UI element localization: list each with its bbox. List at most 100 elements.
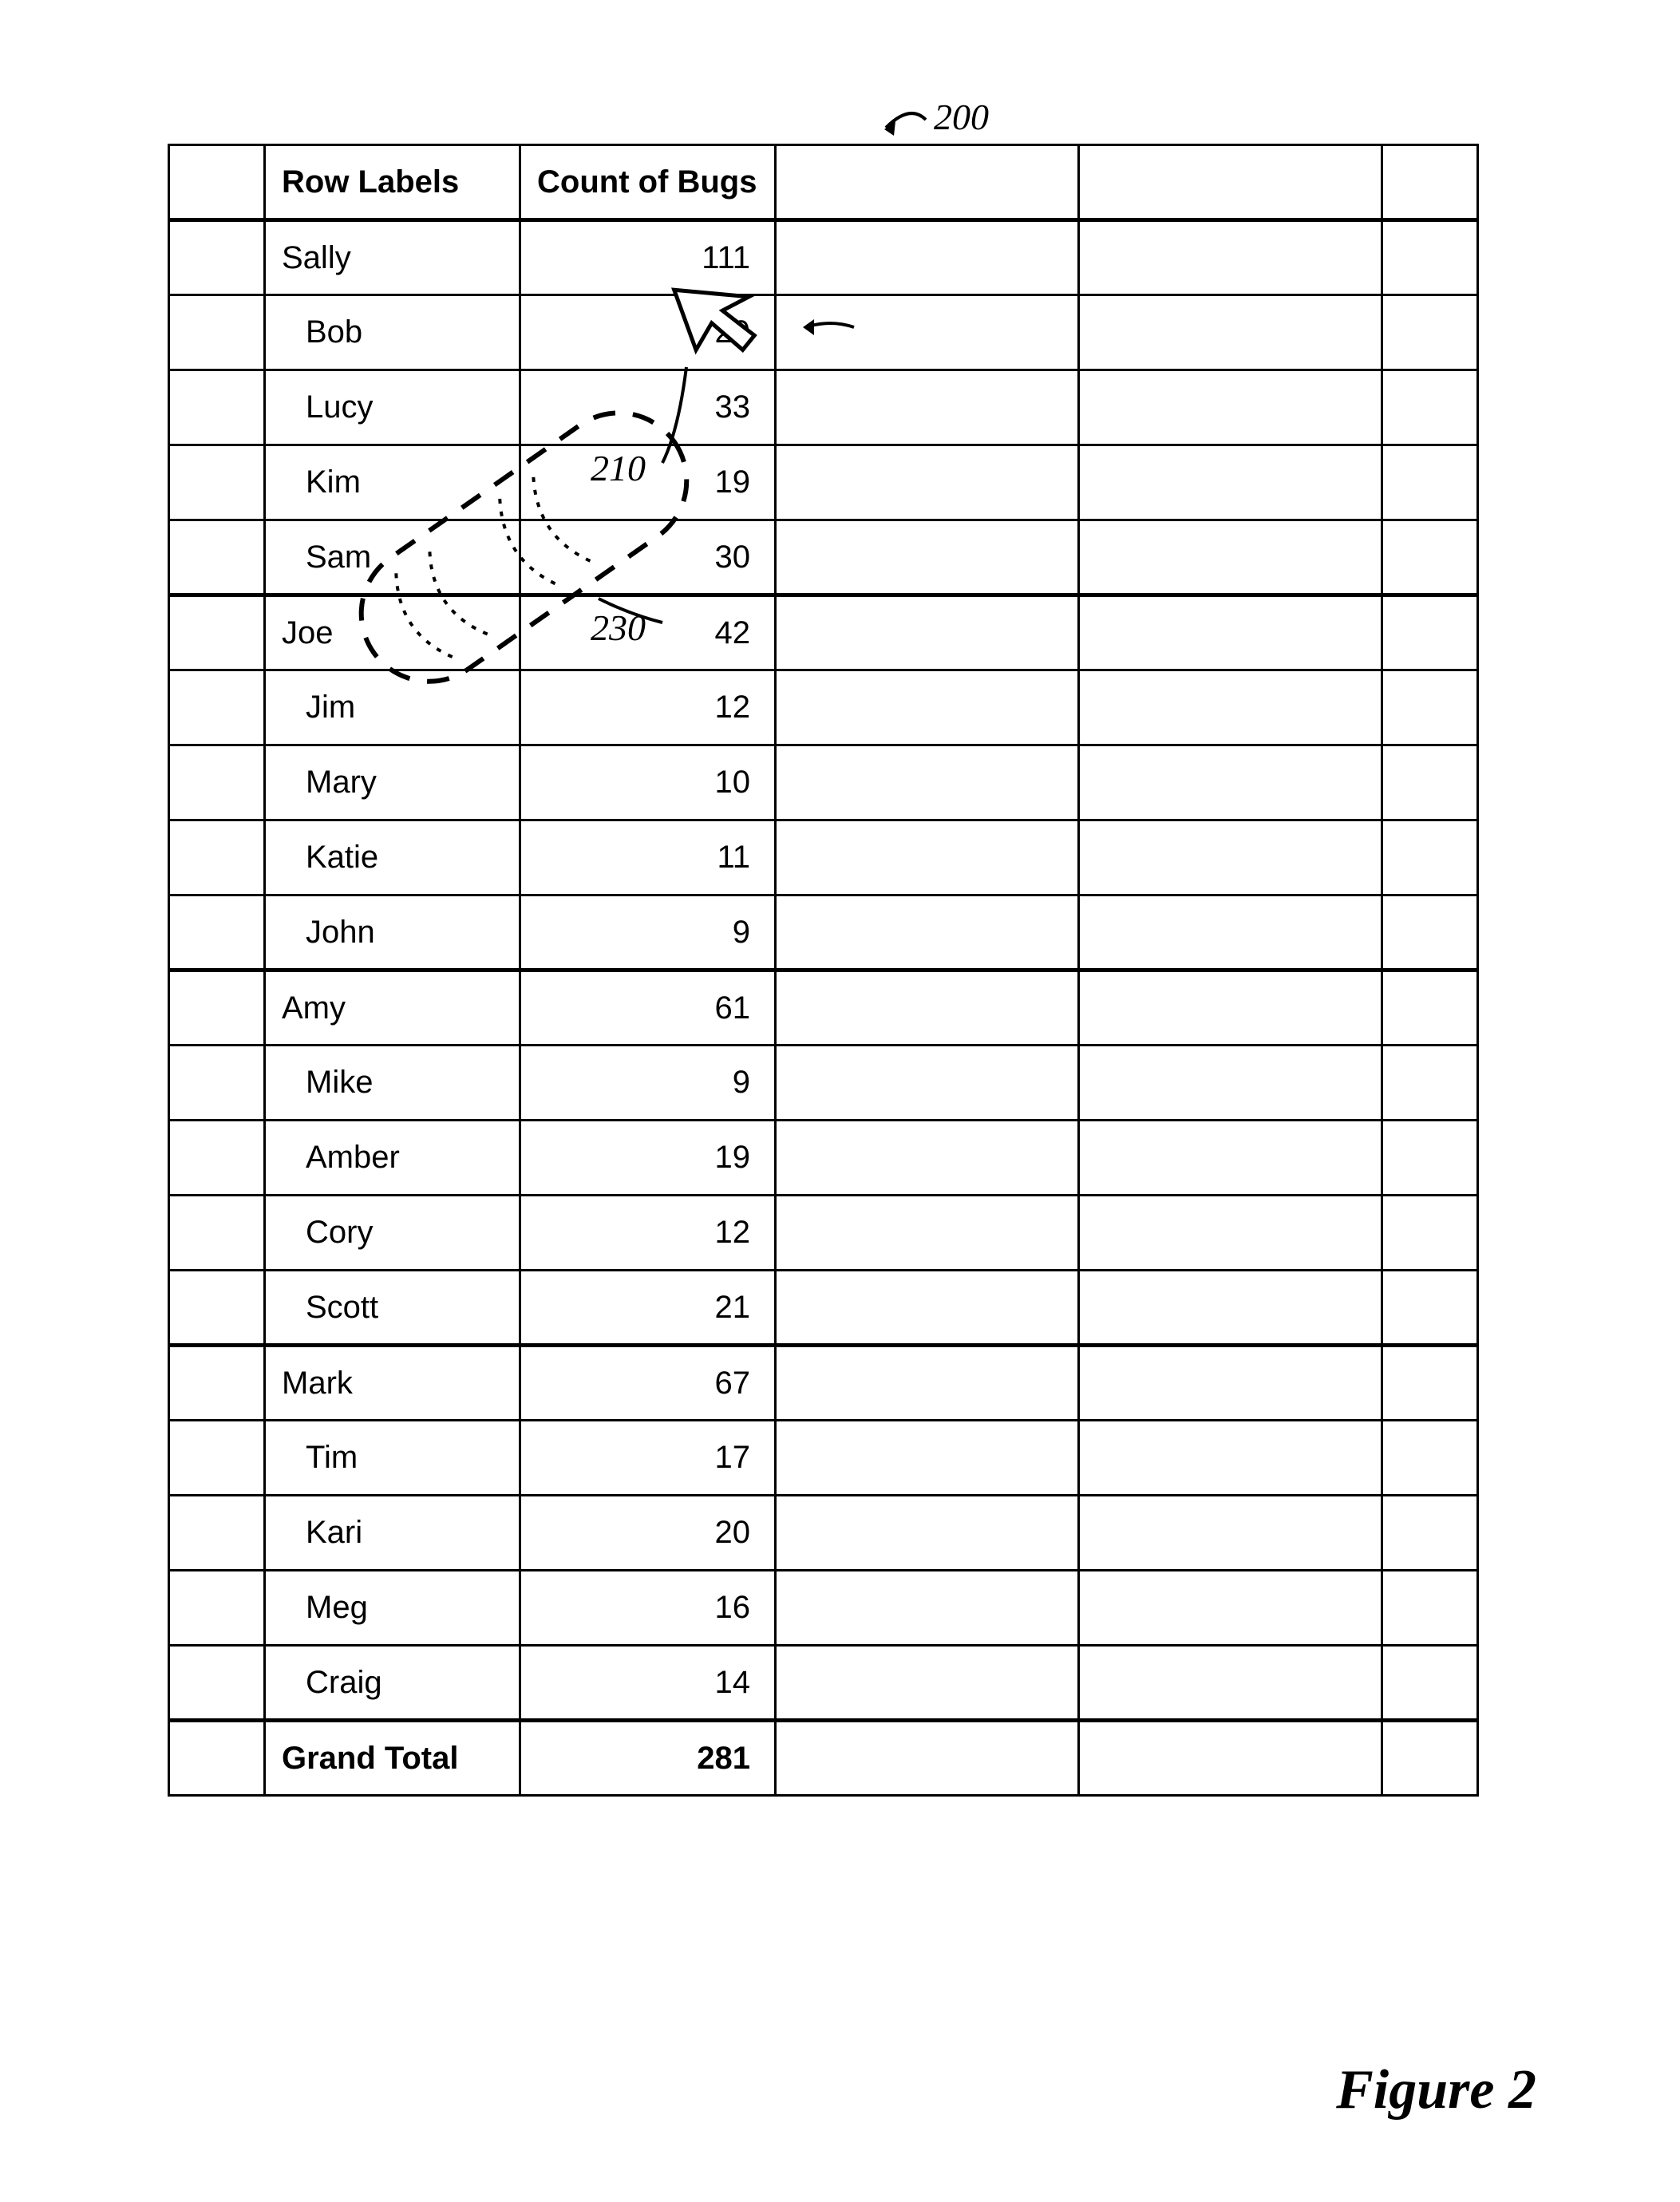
group-member-row[interactable]: Meg16 (169, 1571, 1478, 1646)
row-empty (1382, 445, 1478, 520)
row-value-member[interactable]: 30 (520, 520, 776, 595)
group-leader-row[interactable]: Sally111 (169, 220, 1478, 295)
group-member-row[interactable]: Amber19 (169, 1121, 1478, 1196)
row-value-member[interactable]: 19 (520, 445, 776, 520)
row-empty (1079, 295, 1382, 370)
row-label-leader[interactable]: Mark (265, 1346, 520, 1421)
row-empty (1079, 445, 1382, 520)
grand-total-row[interactable]: Grand Total281 (169, 1721, 1478, 1796)
group-leader-row[interactable]: Joe42 (169, 595, 1478, 670)
group-leader-row[interactable]: Mark67 (169, 1346, 1478, 1421)
row-empty (776, 971, 1079, 1046)
row-value-leader[interactable]: 67 (520, 1346, 776, 1421)
row-empty (1382, 1571, 1478, 1646)
row-label-member[interactable]: Mary (265, 745, 520, 820)
row-label-member[interactable]: Tim (265, 1421, 520, 1496)
row-value-member[interactable]: 10 (520, 745, 776, 820)
row-label-member[interactable]: Kari (265, 1496, 520, 1571)
group-member-row[interactable]: Mary10 (169, 745, 1478, 820)
row-empty (776, 1271, 1079, 1346)
group-leader-row[interactable]: Amy61 (169, 971, 1478, 1046)
row-label-member[interactable]: Scott (265, 1271, 520, 1346)
row-value-member[interactable]: 33 (520, 370, 776, 445)
row-spacer (169, 1121, 265, 1196)
group-member-row[interactable]: Katie11 (169, 820, 1478, 895)
group-member-row[interactable]: Bob29 (169, 295, 1478, 370)
row-empty (776, 1196, 1079, 1271)
row-spacer (169, 1346, 265, 1421)
row-value-member[interactable]: 29 (520, 295, 776, 370)
group-member-row[interactable]: Kari20 (169, 1496, 1478, 1571)
row-spacer (169, 295, 265, 370)
row-label-member[interactable]: Mike (265, 1046, 520, 1121)
group-member-row[interactable]: Kim19 (169, 445, 1478, 520)
group-member-row[interactable]: Cory12 (169, 1196, 1478, 1271)
row-empty (1382, 971, 1478, 1046)
row-empty (776, 1121, 1079, 1196)
row-empty (1079, 895, 1382, 971)
row-value-member[interactable]: 21 (520, 1271, 776, 1346)
row-empty (1079, 1421, 1382, 1496)
row-value-member[interactable]: 11 (520, 820, 776, 895)
row-value-member[interactable]: 12 (520, 1196, 776, 1271)
row-empty (1382, 1721, 1478, 1796)
row-empty (1382, 820, 1478, 895)
row-empty (1382, 1646, 1478, 1721)
row-empty (1382, 1046, 1478, 1121)
row-value-member[interactable]: 20 (520, 1496, 776, 1571)
row-empty (1382, 1121, 1478, 1196)
row-label-member[interactable]: Kim (265, 445, 520, 520)
row-empty (1382, 1496, 1478, 1571)
group-member-row[interactable]: Mike9 (169, 1046, 1478, 1121)
row-label-member[interactable]: Meg (265, 1571, 520, 1646)
group-member-row[interactable]: Sam30 (169, 520, 1478, 595)
row-empty (1382, 895, 1478, 971)
row-spacer (169, 820, 265, 895)
row-value-member[interactable]: 17 (520, 1421, 776, 1496)
row-label-member[interactable]: Cory (265, 1196, 520, 1271)
row-value-member[interactable]: 16 (520, 1571, 776, 1646)
row-empty (1079, 1721, 1382, 1796)
row-label-leader[interactable]: Sally (265, 220, 520, 295)
row-empty (776, 670, 1079, 745)
row-value-leader[interactable]: 61 (520, 971, 776, 1046)
row-spacer (169, 1271, 265, 1346)
grand-total-label[interactable]: Grand Total (265, 1721, 520, 1796)
group-member-row[interactable]: Tim17 (169, 1421, 1478, 1496)
row-empty (1382, 295, 1478, 370)
row-label-member[interactable]: Lucy (265, 370, 520, 445)
group-member-row[interactable]: Lucy33 (169, 370, 1478, 445)
row-empty (776, 1571, 1079, 1646)
row-empty (1079, 220, 1382, 295)
column-header-row-labels[interactable]: Row Labels (265, 145, 520, 220)
row-label-leader[interactable]: Amy (265, 971, 520, 1046)
row-value-member[interactable]: 19 (520, 1121, 776, 1196)
group-member-row[interactable]: John9 (169, 895, 1478, 971)
row-label-member[interactable]: John (265, 895, 520, 971)
pivot-table[interactable]: Row LabelsCount of BugsSally111Bob29Lucy… (168, 144, 1479, 1797)
row-label-member[interactable]: Katie (265, 820, 520, 895)
row-spacer (169, 520, 265, 595)
column-header-count[interactable]: Count of Bugs (520, 145, 776, 220)
row-label-member[interactable]: Bob (265, 295, 520, 370)
row-value-member[interactable]: 14 (520, 1646, 776, 1721)
figure-ref-200: 200 (934, 96, 989, 138)
row-empty (1079, 745, 1382, 820)
row-empty (1382, 1196, 1478, 1271)
row-value-member[interactable]: 12 (520, 670, 776, 745)
group-member-row[interactable]: Scott21 (169, 1271, 1478, 1346)
row-value-leader[interactable]: 42 (520, 595, 776, 670)
row-label-member[interactable]: Craig (265, 1646, 520, 1721)
row-label-member[interactable]: Amber (265, 1121, 520, 1196)
row-label-member[interactable]: Sam (265, 520, 520, 595)
row-spacer (169, 670, 265, 745)
row-empty (776, 1721, 1079, 1796)
grand-total-value[interactable]: 281 (520, 1721, 776, 1796)
row-value-member[interactable]: 9 (520, 1046, 776, 1121)
row-value-member[interactable]: 9 (520, 895, 776, 971)
row-label-member[interactable]: Jim (265, 670, 520, 745)
group-member-row[interactable]: Craig14 (169, 1646, 1478, 1721)
row-label-leader[interactable]: Joe (265, 595, 520, 670)
row-value-leader[interactable]: 111 (520, 220, 776, 295)
group-member-row[interactable]: Jim12 (169, 670, 1478, 745)
